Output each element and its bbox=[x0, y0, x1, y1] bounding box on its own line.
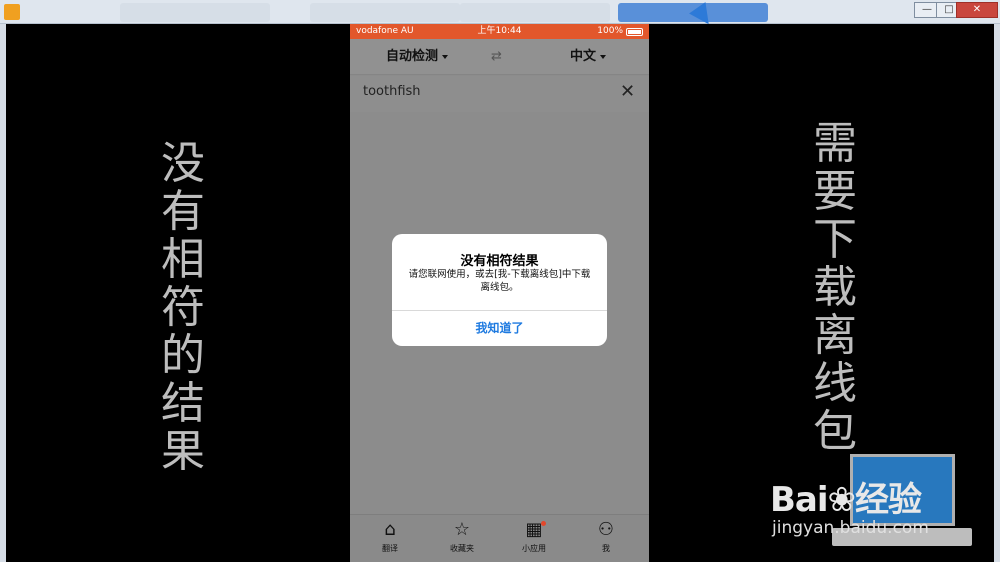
swap-icon[interactable]: ⇄ bbox=[491, 49, 502, 64]
host-titlebar: — □ ✕ bbox=[0, 0, 1000, 24]
caption-char: 有 bbox=[161, 186, 205, 237]
tab-label: 小应用 bbox=[522, 544, 546, 553]
caption-char: 需 bbox=[813, 118, 857, 169]
status-bar: vodafone AU 上午10:44 100% bbox=[350, 24, 649, 39]
caption-char: 要 bbox=[813, 166, 857, 217]
alert-title: 没有相符结果 bbox=[460, 254, 539, 269]
right-caption: 需 要 下 载 离 线 包 bbox=[805, 120, 865, 456]
app-icon bbox=[4, 4, 20, 20]
phone-screen: vodafone AU 上午10:44 100% 自动检测 ⇄ 中文 tooth… bbox=[350, 24, 649, 562]
target-language-label: 中文 bbox=[570, 49, 597, 64]
watermark-url: jingyan.baidu.com bbox=[772, 518, 929, 538]
tab-translate[interactable]: ⌂ 翻译 bbox=[360, 519, 420, 554]
query-input-row[interactable]: toothfish ✕ bbox=[350, 76, 649, 112]
caret-down-icon bbox=[600, 54, 607, 59]
close-icon[interactable]: ✕ bbox=[956, 2, 998, 18]
caret-down-icon bbox=[442, 54, 449, 59]
tab-label: 收藏夹 bbox=[450, 544, 474, 553]
alert-message: 请您联网使用，或去[我-下载离线包]中下载离线包。 bbox=[408, 269, 591, 293]
close-icon[interactable]: ✕ bbox=[620, 81, 635, 102]
got-it-button[interactable]: 我知道了 bbox=[392, 311, 607, 346]
caption-char: 果 bbox=[161, 426, 205, 477]
left-caption: 没 有 相 符 的 结 果 bbox=[153, 140, 213, 476]
caption-char: 符 bbox=[161, 282, 205, 333]
battery-percent: 100% bbox=[597, 26, 623, 36]
host-tab[interactable] bbox=[460, 3, 610, 22]
source-language-label: 自动检测 bbox=[386, 49, 439, 64]
host-tab[interactable] bbox=[310, 3, 460, 22]
caption-char: 离 bbox=[813, 310, 857, 361]
grid-icon: ▦ bbox=[525, 519, 543, 540]
tab-label: 我 bbox=[602, 544, 610, 553]
tab-me[interactable]: ⚇ 我 bbox=[576, 519, 636, 554]
target-language-select[interactable]: 中文 bbox=[570, 39, 607, 75]
caption-char: 结 bbox=[161, 378, 205, 429]
tab-mini-apps[interactable]: ▦ 小应用 bbox=[504, 519, 564, 554]
caption-char: 相 bbox=[161, 234, 205, 285]
battery-icon bbox=[626, 28, 643, 36]
tab-label: 翻译 bbox=[382, 544, 398, 553]
caption-char: 包 bbox=[813, 406, 857, 457]
caption-char: 线 bbox=[813, 358, 857, 409]
home-icon: ⌂ bbox=[384, 519, 396, 540]
caption-char: 没 bbox=[161, 138, 205, 189]
watermark-brand-cn: 经验 bbox=[855, 480, 922, 520]
user-icon: ⚇ bbox=[597, 519, 615, 540]
query-text[interactable]: toothfish bbox=[363, 84, 421, 99]
baidu-jingyan-watermark: Bai❀经验 jingyan.baidu.com bbox=[770, 450, 995, 560]
language-bar: 自动检测 ⇄ 中文 bbox=[350, 39, 649, 75]
caption-char: 下 bbox=[813, 214, 857, 265]
caption-char: 载 bbox=[813, 262, 857, 313]
watermark-brand-latin: Bai bbox=[770, 480, 829, 520]
no-result-alert: 没有相符结果 请您联网使用，或去[我-下载离线包]中下载离线包。 我知道了 bbox=[392, 234, 607, 346]
notification-badge bbox=[541, 521, 546, 526]
bottom-tab-bar: ⌂ 翻译 ☆ 收藏夹 ▦ 小应用 ⚇ 我 bbox=[350, 514, 649, 562]
tab-favorites[interactable]: ☆ 收藏夹 bbox=[432, 519, 492, 554]
paw-icon: ❀ bbox=[827, 480, 856, 520]
caption-char: 的 bbox=[161, 330, 205, 381]
star-icon: ☆ bbox=[453, 519, 471, 540]
source-language-select[interactable]: 自动检测 bbox=[386, 39, 449, 75]
host-tab[interactable] bbox=[120, 3, 270, 22]
watermark-brand: Bai❀经验 bbox=[770, 472, 922, 521]
